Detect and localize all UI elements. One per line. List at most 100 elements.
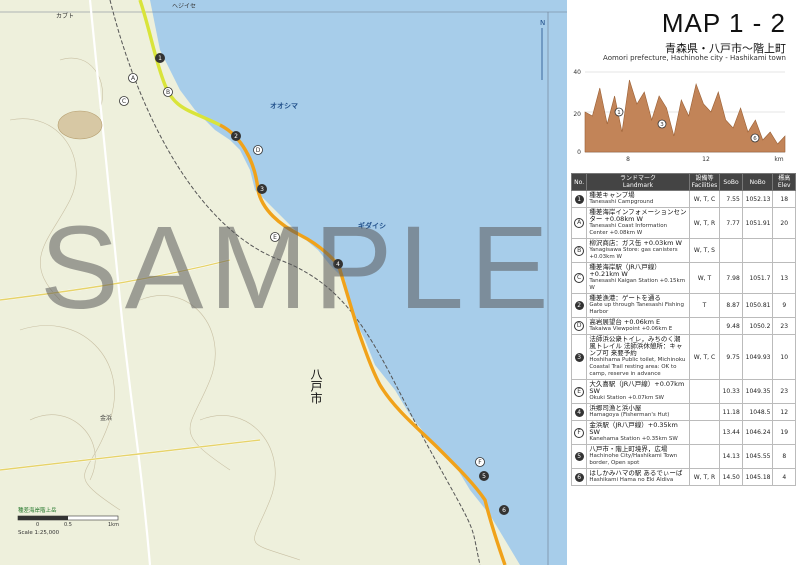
row-facilities [688, 420, 721, 445]
row-sobo: 7.98 [719, 262, 743, 294]
row-facilities [688, 444, 721, 469]
table-row: 6 はしかみハマの駅 あるでぃーば Hashikami Hama no Eki Al… [570, 468, 796, 486]
row-facilities: W, T, C [688, 190, 721, 208]
row-marker: E [570, 379, 588, 404]
row-marker: 6 [570, 468, 588, 486]
map-title: MAP 1 - 2 [661, 8, 786, 38]
profile-y-tick: 40 [573, 69, 581, 76]
row-landmark: 種差キャンプ場 Tanesashi Campground [586, 190, 690, 208]
row-landmark: 柳沢商店：ガス缶 +0.03km W Yanagisawa Store: gas … [586, 238, 690, 263]
row-landmark: 大久喜駅（JR八戸線）+0.07km SW Okuki Station +0.07… [586, 379, 690, 404]
col-nobo: NoBo [741, 173, 774, 191]
row-nobo: 1051.91 [741, 207, 774, 239]
row-marker: 2 [570, 293, 588, 318]
svg-text:Scale 1:25,000: Scale 1:25,000 [18, 530, 60, 536]
table-row: D 高岩展望台 +0.06km E Takaiwa Viewpoint +0.06k… [570, 317, 796, 335]
profile-x-tick: km [774, 156, 783, 163]
profile-x-tick: 8 [626, 156, 630, 163]
svg-text:5: 5 [482, 473, 486, 480]
row-elev: 23 [772, 379, 796, 404]
quarry [57, 110, 103, 140]
map-subtitle-en: Aomori prefecture, Hachinohe city - Hash… [603, 54, 786, 62]
svg-text:1: 1 [617, 110, 621, 116]
row-sobo: 13.44 [719, 420, 743, 445]
svg-text:2: 2 [234, 133, 238, 140]
table-row: 4 浜郷司漁と浜小屋 Hamagoya (Fisherman's Hut) 11.18… [570, 403, 796, 421]
row-sobo: 9.75 [719, 334, 743, 380]
row-marker: C [570, 262, 588, 294]
row-marker: A [570, 207, 588, 239]
row-landmark: 八戸市・階上町境界，広場 Hachinohe City/Hashikami Tow… [586, 444, 690, 469]
row-marker: 4 [570, 403, 588, 421]
row-sobo: 7.55 [719, 190, 743, 208]
row-facilities [688, 403, 721, 421]
svg-text:E: E [273, 234, 277, 241]
svg-text:1: 1 [158, 55, 162, 62]
info-panel: MAP 1 - 2 青森県・八戸市～階上町 Aomori prefecture,… [567, 0, 800, 565]
table-row: F 金浜駅（JR八戸線）+0.35km SW Kanehama Station +0… [570, 420, 796, 445]
row-sobo: 10.33 [719, 379, 743, 404]
svg-text:D: D [256, 147, 261, 154]
row-nobo: 1049.35 [741, 379, 774, 404]
table-row: 2 種差漁港：ゲートを通る Gate up through Tanesashi Fi… [570, 293, 796, 318]
row-marker: D [570, 317, 588, 335]
svg-text:4: 4 [336, 261, 340, 268]
row-marker: 5 [570, 444, 588, 469]
profile-marker: 1 [614, 107, 624, 117]
row-facilities [688, 317, 721, 335]
row-elev: 19 [772, 420, 796, 445]
col-no: No. [570, 173, 588, 191]
col-facilities: 設備等 Facilities [688, 173, 721, 191]
profile-x-tick: 12 [702, 156, 710, 163]
map-label-city: 八戸市 [309, 368, 323, 404]
svg-text:0: 0 [36, 522, 39, 528]
elevation-profile: 40 20 0 8 12 km 1 3 6 [573, 69, 786, 163]
row-marker: 3 [570, 334, 588, 380]
profile-y-tick: 0 [577, 149, 581, 156]
profile-marker: 3 [657, 119, 667, 129]
row-landmark: 種差海岸駅（JR八戸線）+0.21km W Tanesashi Kaigan St… [586, 262, 690, 294]
table-row: A 種差海岸インフォメーションセンター +0.08km W Tanesashi Co… [570, 207, 796, 239]
svg-text:C: C [122, 98, 126, 105]
map-label-hejisei: ヘジイセ [172, 3, 196, 10]
svg-text:0.5: 0.5 [64, 522, 72, 528]
map-label-station: 種差海岸階上岳 [18, 506, 57, 514]
row-facilities: W, T [688, 262, 721, 294]
row-nobo: 1052.13 [741, 190, 774, 208]
row-landmark: 浜郷司漁と浜小屋 Hamagoya (Fisherman's Hut) [586, 403, 690, 421]
row-sobo: 7.77 [719, 207, 743, 239]
row-nobo: 1049.93 [741, 334, 774, 380]
row-facilities [688, 379, 721, 404]
row-landmark: 種差漁港：ゲートを通る Gate up through Tanesashi Fis… [586, 293, 690, 318]
svg-text:F: F [478, 459, 482, 466]
row-nobo: 1050.2 [741, 317, 774, 335]
row-elev: 10 [772, 334, 796, 380]
topographic-map[interactable]: 1 A B C 2 D 3 E 4 F 5 6 ヘジイセ カブト オオシマ ギダ… [0, 0, 567, 565]
table-row: C 種差海岸駅（JR八戸線）+0.21km W Tanesashi Kaigan S… [570, 262, 796, 294]
svg-text:3: 3 [660, 122, 664, 128]
row-sobo: 8.87 [719, 293, 743, 318]
table-row: 3 法師浜公衆トイレ，みちのく潮風トレイル 法師浜休憩所：キャンプ可 来要予約 Ho… [570, 334, 796, 380]
row-elev: 4 [772, 468, 796, 486]
row-elev [772, 238, 796, 263]
row-nobo: 1045.18 [741, 468, 774, 486]
svg-text:6: 6 [753, 136, 757, 142]
col-sobo: SoBo [719, 173, 743, 191]
row-elev: 9 [772, 293, 796, 318]
map-label-oshima: オオシマ [270, 102, 298, 110]
profile-y-tick: 20 [573, 111, 581, 118]
row-sobo: 14.50 [719, 468, 743, 486]
map-label-kabuto: カブト [56, 12, 74, 20]
row-sobo: 9.48 [719, 317, 743, 335]
row-landmark: 法師浜公衆トイレ，みちのく潮風トレイル 法師浜休憩所：キャンプ可 来要予約 Hos… [586, 334, 690, 380]
table-row: E 大久喜駅（JR八戸線）+0.07km SW Okuki Station +0.0… [570, 379, 796, 404]
map-label-kinpama: 金浜 [100, 414, 112, 422]
row-facilities: W, T, S [688, 238, 721, 263]
row-nobo: 1046.24 [741, 420, 774, 445]
map-canvas: 1 A B C 2 D 3 E 4 F 5 6 ヘジイセ カブト オオシマ ギダ… [0, 0, 567, 565]
row-facilities: W, T, C [688, 334, 721, 380]
svg-text:N: N [540, 19, 545, 27]
row-landmark: 高岩展望台 +0.06km E Takaiwa Viewpoint +0.06km… [586, 317, 690, 335]
row-sobo: 14.13 [719, 444, 743, 469]
table-row: 1 種差キャンプ場 Tanesashi Campground W, T, C 7.55 1… [570, 190, 796, 208]
